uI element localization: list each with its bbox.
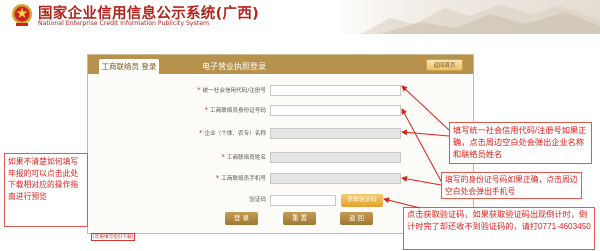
captcha-input[interactable]: [270, 195, 336, 206]
login-button[interactable]: 登 录: [225, 212, 258, 225]
annotation-download-guide: 如果不清楚如何填写年报的可以点击此处下载相对应的操作指南进行预览: [4, 153, 88, 227]
field-row-credit-code: * 统一社会信用代码/注册号: [88, 85, 473, 96]
site-subtitle: National Enterprise Credit Information P…: [38, 20, 210, 27]
liaison-name-input: [270, 152, 401, 163]
annotation-id-number: 填写的身份证号码如果正确，点击周边空白处会弹出手机号: [441, 172, 582, 199]
reset-button[interactable]: 重 置: [283, 212, 316, 225]
get-code-button[interactable]: 获取验证码: [341, 194, 383, 207]
id-number-input[interactable]: [270, 105, 401, 116]
site-header: 国家企业信用信息公示系统(广西) National Enterprise Cre…: [0, 0, 600, 34]
tab-liaison-login[interactable]: 工商联络员 登录: [99, 59, 159, 74]
national-emblem-icon: [12, 4, 32, 26]
field-row-id-number: * 工商联络员身份证号码: [88, 105, 473, 116]
id-number-label: * 工商联络员身份证号码: [204, 106, 266, 114]
back-button[interactable]: 返 回: [340, 212, 373, 225]
credit-code-label: * 统一社会信用代码/注册号: [197, 86, 266, 94]
field-row-company-name: * 企业（个体、农专）名称: [88, 128, 473, 139]
guide-download-link[interactable]: [年报填写指引下载]: [91, 233, 136, 241]
field-row-phone: * 工商联络员手机号: [88, 173, 473, 184]
annotation-credit-code: 填写统一社会信用代码/注册号如果正确，点击周边空白处会弹出企业名称和联络员姓名: [449, 122, 592, 164]
annotation-captcha: 点击获取验证码，如果获取验证码出现倒计时，倒计时完了却还收不到验证码的，请打07…: [403, 207, 595, 250]
login-tab-bar: 工商联络员 登录 电子营业执照登录 返回首页: [88, 55, 473, 74]
company-name-input: [270, 128, 401, 139]
field-row-liaison-name: * 工商联络员姓名: [88, 152, 473, 163]
phone-label: * 工商联络员手机号: [215, 174, 266, 182]
back-home-button[interactable]: 返回首页: [426, 59, 463, 71]
field-row-captcha: 验证码 获取验证码: [88, 194, 473, 207]
mountain-decoration: [360, 4, 600, 34]
company-name-label: * 企业（个体、农专）名称: [198, 129, 266, 137]
captcha-label: 验证码: [249, 197, 266, 203]
credit-code-input[interactable]: [270, 85, 401, 96]
liaison-name-label: * 工商联络员姓名: [221, 153, 266, 161]
tab-e-license-login[interactable]: 电子营业执照登录: [184, 59, 284, 74]
phone-input: [270, 173, 401, 184]
